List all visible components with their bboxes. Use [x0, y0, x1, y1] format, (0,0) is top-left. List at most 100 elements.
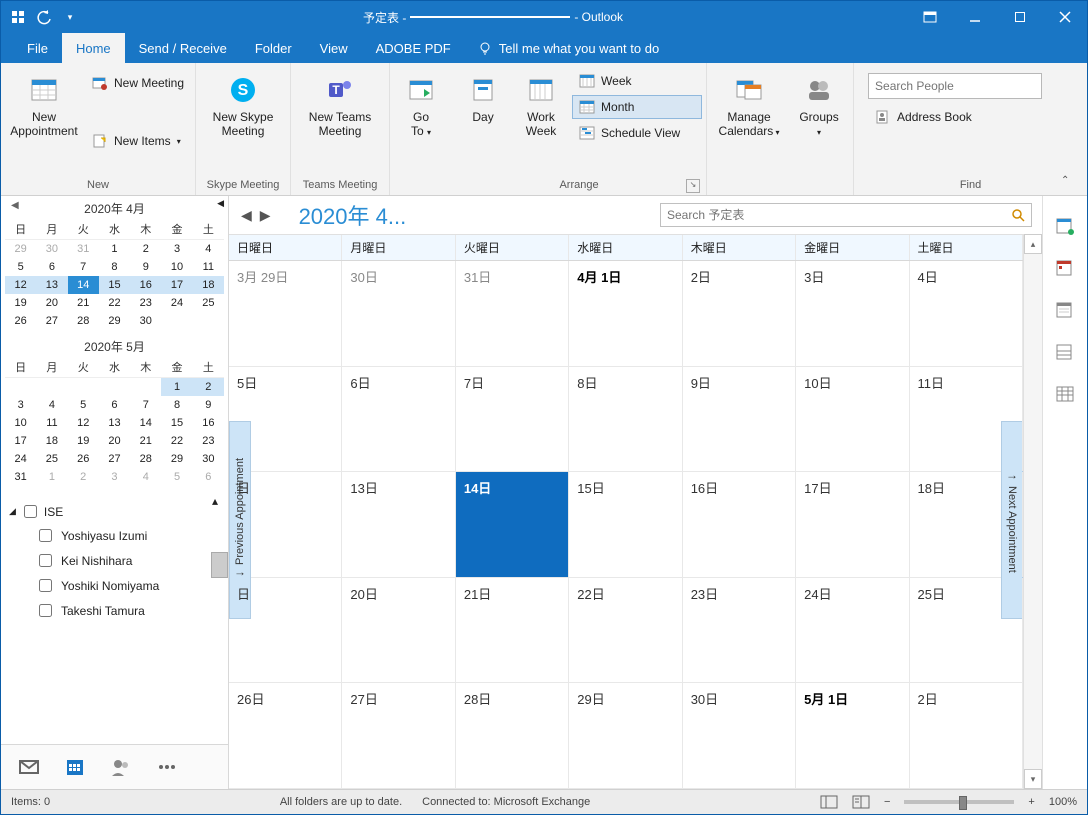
day-cell[interactable]: 23日 [683, 578, 796, 683]
mini-cal-day[interactable]: 5 [68, 396, 99, 414]
day-cell[interactable]: 3日 [796, 261, 909, 366]
peek-item[interactable] [1055, 258, 1075, 278]
day-cell[interactable]: 4日 [910, 261, 1023, 366]
tell-me-search[interactable]: Tell me what you want to do [477, 33, 659, 63]
address-book-button[interactable]: Address Book [868, 105, 1042, 129]
day-cell[interactable]: 27日 [342, 683, 455, 788]
mini-cal-day[interactable]: 24 [161, 294, 192, 312]
mini-cal-day[interactable]: 20 [99, 432, 130, 450]
mini-cal-day[interactable]: 12 [68, 414, 99, 432]
mini-cal-day[interactable]: 4 [36, 396, 67, 414]
mini-cal-day[interactable]: 16 [130, 276, 161, 294]
mini-cal-day[interactable]: 22 [99, 294, 130, 312]
day-cell[interactable]: 30日 [342, 261, 455, 366]
mini-cal-day[interactable]: 11 [193, 258, 224, 276]
day-cell[interactable]: 24日 [796, 578, 909, 683]
mini-cal-day[interactable]: 10 [5, 414, 36, 432]
mini-cal-day[interactable]: 1 [36, 468, 67, 486]
mail-nav-button[interactable] [7, 748, 51, 786]
day-cell[interactable]: 6日 [342, 367, 455, 472]
tab-home[interactable]: Home [62, 33, 125, 63]
mini-cal-day[interactable]: 6 [36, 258, 67, 276]
next-period-button[interactable]: ▶ [258, 205, 273, 226]
groups-button[interactable]: Groups▾ [789, 67, 849, 145]
mini-cal-day[interactable]: 4 [193, 240, 224, 259]
mini-cal-day[interactable]: 3 [5, 396, 36, 414]
search-people-input[interactable] [868, 73, 1042, 99]
mini-cal-day[interactable]: 30 [193, 450, 224, 468]
mini-cal-day[interactable]: 29 [5, 240, 36, 259]
calendar-item[interactable]: Yoshiyasu Izumi [5, 523, 224, 548]
undo-icon[interactable] [35, 8, 53, 26]
mini-cal-day[interactable]: 31 [68, 240, 99, 259]
peek-item[interactable] [1055, 300, 1075, 320]
mini-cal-day[interactable]: 5 [5, 258, 36, 276]
day-view-button[interactable]: Day [456, 67, 510, 129]
day-cell[interactable]: 30日 [683, 683, 796, 788]
day-cell[interactable]: 20日 [342, 578, 455, 683]
mini-cal-day[interactable]: 15 [161, 414, 192, 432]
mini-cal-day[interactable]: 26 [68, 450, 99, 468]
day-cell[interactable]: 4月 1日 [569, 261, 682, 366]
mini-cal-day[interactable]: 2 [130, 240, 161, 259]
tab-folder[interactable]: Folder [241, 33, 306, 63]
view-normal-button[interactable] [820, 795, 838, 809]
mini-cal-day[interactable]: 13 [36, 276, 67, 294]
new-items-button[interactable]: New Items ▾ [85, 129, 191, 153]
mini-cal-day[interactable] [99, 378, 130, 397]
day-cell[interactable]: 21日 [456, 578, 569, 683]
mini-cal-day[interactable]: 23 [130, 294, 161, 312]
search-icon[interactable] [1005, 204, 1031, 226]
mini-cal-day[interactable]: 9 [130, 258, 161, 276]
mini-cal-day[interactable]: 15 [99, 276, 130, 294]
day-cell[interactable]: 22日 [569, 578, 682, 683]
day-cell[interactable]: 日 [229, 578, 342, 683]
mini-cal-day[interactable] [68, 378, 99, 397]
peek-item[interactable] [1055, 216, 1075, 236]
day-cell[interactable]: 25日 [910, 578, 1023, 683]
mini-cal-day[interactable] [5, 378, 36, 397]
mini-cal-day[interactable] [36, 378, 67, 397]
day-cell[interactable]: 13日 [342, 472, 455, 577]
scrollbar-thumb[interactable] [211, 552, 228, 578]
mini-cal-day[interactable]: 8 [99, 258, 130, 276]
week-view-button[interactable]: Week [572, 69, 702, 93]
day-cell[interactable]: 9日 [683, 367, 796, 472]
close-button[interactable] [1042, 1, 1087, 33]
mini-cal-day[interactable]: 6 [193, 468, 224, 486]
mini-cal-day[interactable]: 21 [130, 432, 161, 450]
people-nav-button[interactable] [99, 748, 143, 786]
calendar-checkbox[interactable] [39, 604, 52, 617]
mini-cal-day[interactable]: 18 [36, 432, 67, 450]
tab-send-receive[interactable]: Send / Receive [125, 33, 241, 63]
mini-cal-day[interactable]: 2 [68, 468, 99, 486]
mini-cal-day[interactable]: 19 [68, 432, 99, 450]
minimize-button[interactable] [952, 1, 997, 33]
mini-cal-day[interactable]: 10 [161, 258, 192, 276]
day-cell[interactable]: 15日 [569, 472, 682, 577]
prev-period-button[interactable]: ◀ [239, 205, 254, 226]
scroll-up-button[interactable]: ▴ [212, 494, 227, 508]
mini-cal-day[interactable]: 14 [130, 414, 161, 432]
mini-cal-day[interactable]: 5 [161, 468, 192, 486]
maximize-button[interactable] [997, 1, 1042, 33]
mini-cal-day[interactable]: 31 [5, 468, 36, 486]
mini-cal-day[interactable]: 26 [5, 312, 36, 330]
calendar-item[interactable]: Takeshi Tamura [5, 598, 224, 623]
schedule-view-button[interactable]: Schedule View [572, 121, 702, 145]
mini-cal-day[interactable]: 9 [193, 396, 224, 414]
day-cell[interactable]: 11日 [910, 367, 1023, 472]
day-cell[interactable]: 5日 [229, 367, 342, 472]
zoom-out-button[interactable]: − [884, 796, 890, 808]
mini-cal-day[interactable]: 7 [68, 258, 99, 276]
day-cell[interactable]: 16日 [683, 472, 796, 577]
mini-cal-day[interactable]: 3 [99, 468, 130, 486]
manage-calendars-button[interactable]: Manage Calendars ▾ [711, 67, 787, 145]
mini-cal-day[interactable]: 19 [5, 294, 36, 312]
month-view-button[interactable]: Month [572, 95, 702, 119]
tab-adobe-pdf[interactable]: ADOBE PDF [362, 33, 465, 63]
mini-calendar-may[interactable]: 2020年 5月 日月火水木金土123456789101112131415161… [5, 336, 224, 486]
calendar-checkbox[interactable] [39, 554, 52, 567]
new-teams-meeting-button[interactable]: T New Teams Meeting [295, 67, 385, 143]
peek-item[interactable] [1055, 342, 1075, 362]
